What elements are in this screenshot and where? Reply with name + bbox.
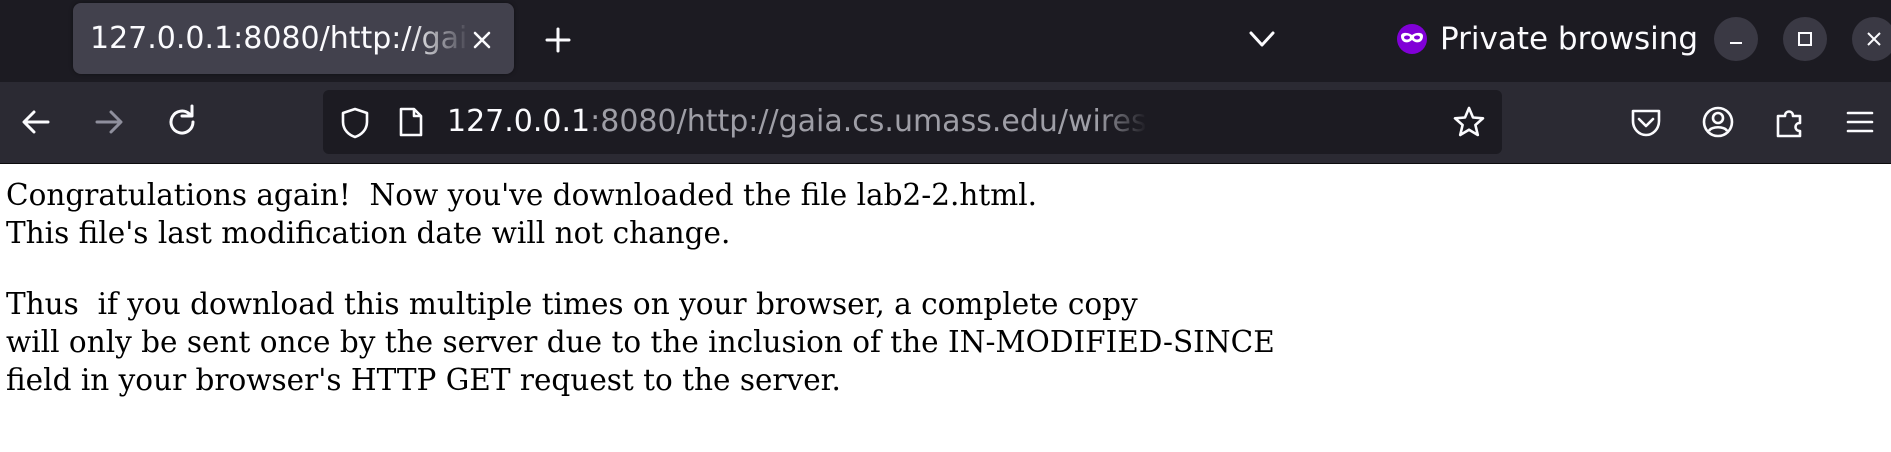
address-bar[interactable]: 127.0.0.1:8080/http://gaia.cs.umass.edu/… (323, 90, 1502, 154)
new-tab-plus-icon[interactable] (540, 22, 576, 58)
window-close-button[interactable] (1852, 17, 1891, 61)
tracking-protection-shield-icon[interactable] (339, 106, 371, 140)
pocket-icon[interactable] (1628, 104, 1664, 140)
forward-arrow-icon[interactable] (89, 102, 129, 142)
url-path: :8080/http://gaia.cs.umass.edu/wireshark… (590, 104, 1147, 139)
url-host: 127.0.0.1 (447, 104, 591, 139)
page-content: Congratulations again! Now you've downlo… (6, 176, 1275, 399)
maximize-icon (1798, 32, 1812, 46)
reload-icon[interactable] (162, 102, 202, 142)
tab-close-icon[interactable] (467, 25, 497, 55)
account-icon[interactable] (1700, 104, 1736, 140)
navigation-toolbar: 127.0.0.1:8080/http://gaia.cs.umass.edu/… (0, 82, 1891, 164)
private-mask-icon (1397, 24, 1427, 54)
window-maximize-button[interactable] (1783, 17, 1827, 61)
hamburger-menu-icon[interactable] (1842, 104, 1878, 140)
tab-strip: 127.0.0.1:8080/http://gaia.cs.umass.edu/… (0, 0, 1891, 82)
paragraph-1-line-1: Congratulations again! Now you've downlo… (6, 178, 1038, 212)
paragraph-1-line-2: This file's last modification date will … (6, 216, 731, 250)
bookmark-star-icon[interactable] (1451, 104, 1487, 140)
private-browsing-indicator: Private browsing (1396, 14, 1698, 64)
paragraph-2-line-3: field in your browser's HTTP GET request… (6, 363, 841, 397)
minimize-icon (1730, 42, 1742, 44)
active-tab[interactable]: 127.0.0.1:8080/http://gaia.cs.umass.edu/… (73, 3, 514, 74)
page-info-icon[interactable] (397, 106, 425, 138)
url-text[interactable]: 127.0.0.1:8080/http://gaia.cs.umass.edu/… (447, 104, 1147, 139)
paragraph-2-line-2: will only be sent once by the server due… (6, 325, 1275, 359)
tab-title: 127.0.0.1:8080/http://gaia.cs.umass.edu/… (90, 21, 470, 56)
private-browsing-label: Private browsing (1440, 21, 1699, 57)
list-all-tabs-chevron-down-icon[interactable] (1246, 24, 1278, 54)
close-icon (1867, 32, 1881, 46)
paragraph-2-line-1: Thus if you download this multiple times… (6, 287, 1138, 321)
back-arrow-icon[interactable] (16, 102, 56, 142)
window-minimize-button[interactable] (1714, 17, 1758, 61)
extensions-puzzle-icon[interactable] (1772, 104, 1808, 140)
